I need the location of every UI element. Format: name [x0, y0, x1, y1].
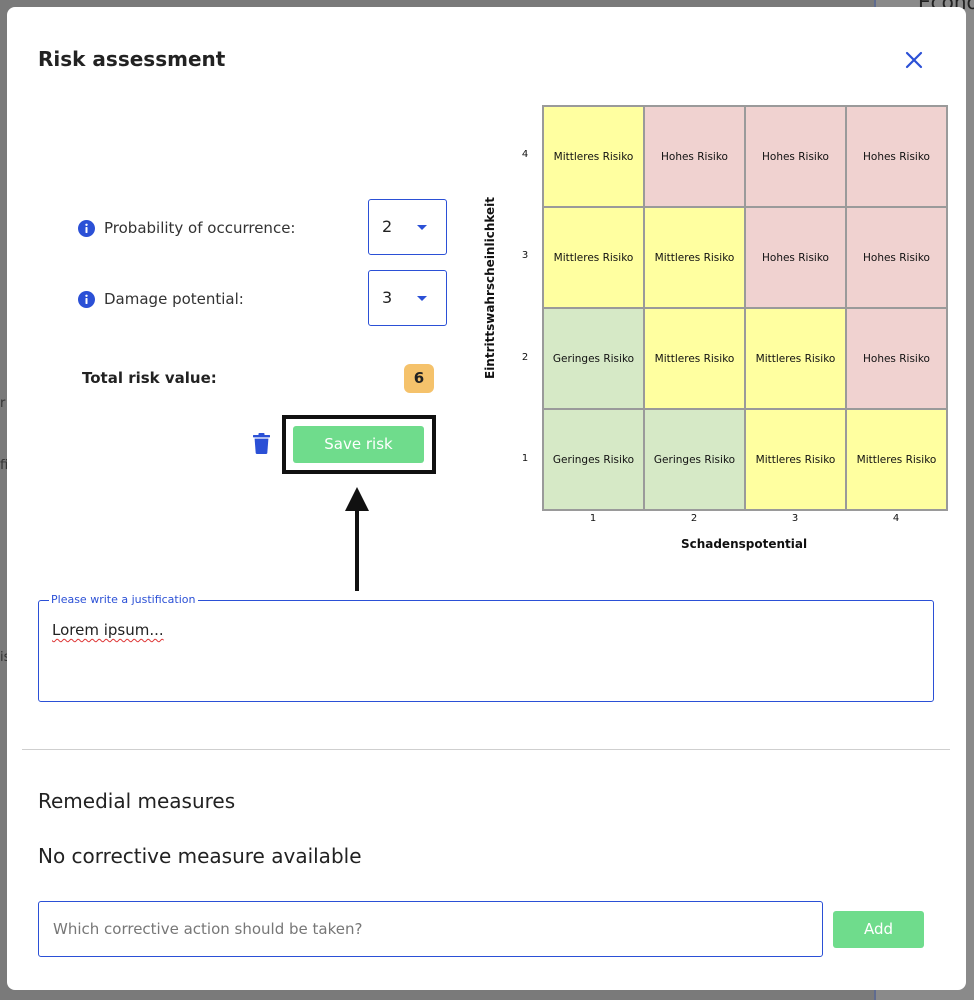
probability-value: 2 — [382, 217, 393, 236]
damage-select[interactable]: 3 — [368, 270, 447, 326]
info-icon — [78, 219, 95, 237]
justification-field[interactable]: Please write a justification Lorem ipsum… — [38, 593, 934, 702]
matrix-cell: Geringes Risiko — [543, 409, 644, 510]
add-button[interactable]: Add — [833, 911, 924, 948]
matrix-x-tick: 2 — [690, 513, 698, 524]
matrix-cell: Mittleres Risiko — [644, 207, 745, 308]
background-left-fragment: r — [0, 396, 6, 411]
corrective-action-input[interactable]: Which corrective action should be taken? — [38, 901, 823, 957]
justification-legend: Please write a justification — [49, 593, 198, 606]
modal-title: Risk assessment — [38, 47, 226, 71]
remedial-measures-title: Remedial measures — [38, 789, 236, 813]
chevron-down-icon — [417, 225, 427, 230]
matrix-y-tick: 3 — [521, 250, 529, 261]
matrix-y-tick: 1 — [521, 453, 529, 464]
no-measure-text: No corrective measure available — [38, 844, 362, 868]
risk-assessment-modal: Risk assessment Probability of occurrenc… — [7, 7, 966, 990]
matrix-cell: Hohes Risiko — [846, 207, 947, 308]
damage-value: 3 — [382, 288, 393, 307]
info-icon — [78, 290, 95, 308]
risk-matrix: Mittleres Risiko Hohes Risiko Hohes Risiko… — [542, 105, 948, 511]
section-divider — [22, 749, 950, 750]
matrix-cell: Mittleres Risiko — [846, 409, 947, 510]
probability-row: Probability of occurrence: — [78, 219, 295, 237]
total-risk-label: Total risk value: — [82, 369, 217, 387]
matrix-x-tick: 4 — [892, 513, 900, 524]
matrix-cell: Hohes Risiko — [745, 207, 846, 308]
matrix-cell: Geringes Risiko — [644, 409, 745, 510]
close-icon[interactable] — [903, 49, 925, 71]
matrix-cell: Mittleres Risiko — [644, 308, 745, 409]
matrix-y-axis-label: Eintrittswahrscheinlichkeit — [483, 196, 497, 379]
arrow-up-icon — [345, 487, 369, 591]
matrix-x-tick: 3 — [791, 513, 799, 524]
trash-icon[interactable] — [253, 433, 270, 454]
save-risk-button[interactable]: Save risk — [293, 426, 424, 463]
chevron-down-icon — [417, 296, 427, 301]
matrix-cell: Hohes Risiko — [846, 106, 947, 207]
matrix-cell: Hohes Risiko — [644, 106, 745, 207]
matrix-x-tick: 1 — [589, 513, 597, 524]
damage-row: Damage potential: — [78, 290, 244, 308]
probability-select[interactable]: 2 — [368, 199, 447, 255]
matrix-cell: Geringes Risiko — [543, 308, 644, 409]
damage-label: Damage potential: — [104, 290, 244, 308]
matrix-y-tick: 2 — [521, 352, 529, 363]
justification-value: Lorem ipsum... — [52, 621, 164, 639]
matrix-cell: Hohes Risiko — [846, 308, 947, 409]
matrix-cell: Mittleres Risiko — [745, 409, 846, 510]
matrix-cell: Mittleres Risiko — [543, 207, 644, 308]
matrix-cell: Hohes Risiko — [745, 106, 846, 207]
matrix-x-axis-label: Schadenspotential — [680, 537, 808, 551]
total-risk-badge: 6 — [404, 364, 434, 393]
probability-label: Probability of occurrence: — [104, 219, 296, 237]
matrix-cell: Mittleres Risiko — [745, 308, 846, 409]
matrix-cell: Mittleres Risiko — [543, 106, 644, 207]
matrix-y-tick: 4 — [521, 149, 529, 160]
